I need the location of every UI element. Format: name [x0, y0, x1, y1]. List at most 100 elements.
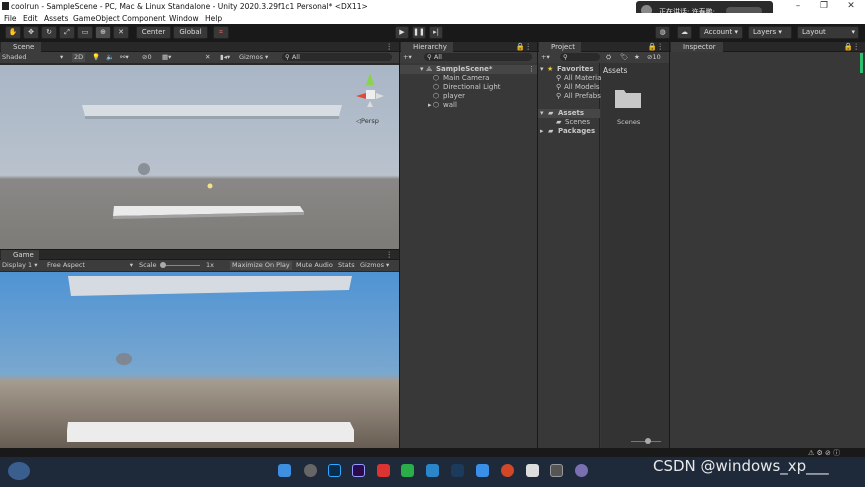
- icon-size-slider-handle[interactable]: [645, 438, 651, 444]
- favorite-item[interactable]: All Prefabs: [564, 92, 601, 100]
- hierarchy-item[interactable]: ⬡ Directional Light: [400, 83, 537, 92]
- rect-tool-icon[interactable]: ▭: [77, 26, 93, 39]
- scale-slider-handle[interactable]: [160, 262, 166, 268]
- audio-toggle-icon[interactable]: 🔈: [106, 53, 114, 62]
- photos-icon[interactable]: [476, 464, 489, 477]
- packages-label[interactable]: Packages: [558, 127, 595, 135]
- menu-assets[interactable]: Assets: [44, 14, 68, 23]
- hierarchy-menu-icon[interactable]: ⋮: [525, 42, 533, 51]
- game-gizmos-dropdown[interactable]: Gizmos ▾: [360, 261, 389, 270]
- search-taskbar-icon[interactable]: [304, 464, 317, 477]
- scene-menu-icon[interactable]: ⋮: [386, 42, 394, 51]
- 2d-toggle[interactable]: 2D: [72, 53, 86, 62]
- rotate-tool-icon[interactable]: ↻: [41, 26, 57, 39]
- scenes-folder-item[interactable]: Scenes: [565, 118, 590, 126]
- minimize-icon[interactable]: –: [787, 1, 809, 12]
- scene-search-input[interactable]: ⚲ All: [282, 53, 392, 61]
- play-button-icon[interactable]: ▶: [395, 26, 409, 39]
- menu-edit[interactable]: Edit: [23, 14, 38, 23]
- menu-gameobject[interactable]: GameObject: [73, 14, 120, 23]
- grid-dropdown-icon[interactable]: ▦▾: [162, 53, 171, 62]
- transform-tool-icon[interactable]: ⊕: [95, 26, 111, 39]
- asset-breadcrumb[interactable]: Assets: [603, 66, 627, 75]
- collab-icon[interactable]: ◍: [655, 26, 670, 39]
- project-add-button[interactable]: +▾: [541, 53, 550, 62]
- shading-dropdown[interactable]: Shaded: [2, 53, 26, 62]
- restore-icon[interactable]: ❐: [813, 1, 835, 12]
- move-tool-icon[interactable]: ✥: [23, 26, 39, 39]
- tab-scene[interactable]: Scene: [1, 42, 41, 52]
- hierarchy-item[interactable]: ⬡ player: [400, 92, 537, 101]
- close-icon[interactable]: ✕: [840, 1, 862, 12]
- scale-tool-icon[interactable]: ⤢: [59, 26, 75, 39]
- windows-start-icon[interactable]: [278, 464, 291, 477]
- app-taskbar-icon[interactable]: [575, 464, 588, 477]
- search-by-type-icon[interactable]: ⛭: [606, 53, 611, 62]
- tab-project[interactable]: Project: [539, 42, 581, 52]
- project-search-input[interactable]: ⚲: [560, 53, 600, 61]
- favorites-label[interactable]: Favorites: [557, 65, 594, 73]
- premiere-icon[interactable]: [352, 464, 365, 477]
- unity-editor-taskbar-icon[interactable]: [550, 464, 563, 477]
- weather-icon[interactable]: [8, 462, 30, 480]
- scene-row[interactable]: ▾ ⟁ SampleScene* ⋮: [400, 65, 537, 74]
- favorites-expand-icon[interactable]: ▾: [540, 65, 544, 73]
- hierarchy-add-button[interactable]: +▾: [403, 53, 412, 62]
- gizmos-dropdown[interactable]: Gizmos ▾: [239, 53, 268, 62]
- tab-hierarchy[interactable]: Hierarchy: [401, 42, 453, 52]
- wechat-icon[interactable]: [401, 464, 414, 477]
- cloud-icon[interactable]: ☁: [677, 26, 692, 39]
- game-menu-icon[interactable]: ⋮: [386, 250, 394, 259]
- aspect-dropdown[interactable]: Free Aspect ▾: [47, 261, 133, 270]
- hidden-objects-toggle[interactable]: ⊘0: [142, 53, 152, 62]
- steam-icon[interactable]: [451, 464, 464, 477]
- favorite-star-icon[interactable]: ★: [634, 53, 640, 62]
- stats-toggle[interactable]: Stats: [338, 261, 355, 270]
- hierarchy-item[interactable]: ⬡ Main Camera: [400, 74, 537, 83]
- menu-window[interactable]: Window: [169, 14, 199, 23]
- tab-inspector[interactable]: Inspector: [671, 42, 723, 52]
- tab-game[interactable]: Game: [1, 250, 39, 260]
- inspector-menu-icon[interactable]: ⋮: [853, 42, 861, 51]
- desktop-icon[interactable]: [426, 464, 439, 477]
- step-button-icon[interactable]: ▸|: [429, 26, 443, 39]
- scenes-folder-tile[interactable]: [614, 87, 642, 109]
- game-viewport[interactable]: [0, 272, 399, 448]
- menu-help[interactable]: Help: [205, 14, 222, 23]
- custom-tool-icon[interactable]: ✕: [113, 26, 129, 39]
- pivot-global-button[interactable]: Global: [173, 26, 208, 39]
- scene-orientation-gizmo[interactable]: [356, 73, 384, 107]
- effects-dropdown-icon[interactable]: ⚯▾: [120, 53, 129, 62]
- pause-button-icon[interactable]: ❚❚: [412, 26, 426, 39]
- grid-snap-icon[interactable]: ⌗: [213, 26, 229, 39]
- qq-icon[interactable]: [377, 464, 390, 477]
- hierarchy-search-input[interactable]: ⚲ All: [424, 53, 532, 61]
- powerpoint-icon[interactable]: [501, 464, 514, 477]
- maximize-on-play-toggle[interactable]: Maximize On Play: [230, 261, 292, 270]
- hidden-packages-toggle[interactable]: ⊘10: [647, 53, 661, 62]
- packages-expand-icon[interactable]: ▸: [540, 127, 544, 135]
- hierarchy-item[interactable]: ▸ ⬡ wall: [400, 101, 537, 110]
- project-menu-icon[interactable]: ⋮: [657, 42, 665, 51]
- unity-hub-icon[interactable]: [526, 464, 539, 477]
- scene-viewport[interactable]: ◁Persp: [0, 65, 399, 249]
- scale-slider[interactable]: [160, 265, 200, 266]
- lighting-toggle-icon[interactable]: 💡: [92, 53, 100, 62]
- mute-audio-toggle[interactable]: Mute Audio: [296, 261, 333, 270]
- camera-dropdown-icon[interactable]: ▮◂▾: [220, 53, 230, 62]
- layers-dropdown[interactable]: Layers ▾: [748, 26, 792, 39]
- pivot-center-button[interactable]: Center: [136, 26, 171, 39]
- search-by-label-icon[interactable]: 🏷: [620, 53, 628, 62]
- assets-folder-row[interactable]: ▾ ▰ Assets: [538, 109, 600, 118]
- tools-icon[interactable]: ✕: [205, 53, 210, 62]
- hand-tool-icon[interactable]: ✋: [5, 26, 21, 39]
- scene-row-menu-icon[interactable]: ⋮: [528, 65, 535, 73]
- projection-label[interactable]: ◁Persp: [356, 117, 379, 125]
- menu-file[interactable]: File: [4, 14, 17, 23]
- display-dropdown[interactable]: Display 1 ▾: [2, 261, 38, 270]
- account-dropdown[interactable]: Account ▾: [699, 26, 743, 39]
- photoshop-icon[interactable]: [328, 464, 341, 477]
- layout-dropdown[interactable]: Layout ▾: [797, 26, 859, 39]
- expand-arrow-icon[interactable]: ▸: [428, 101, 432, 109]
- favorite-item[interactable]: All Models: [564, 83, 600, 91]
